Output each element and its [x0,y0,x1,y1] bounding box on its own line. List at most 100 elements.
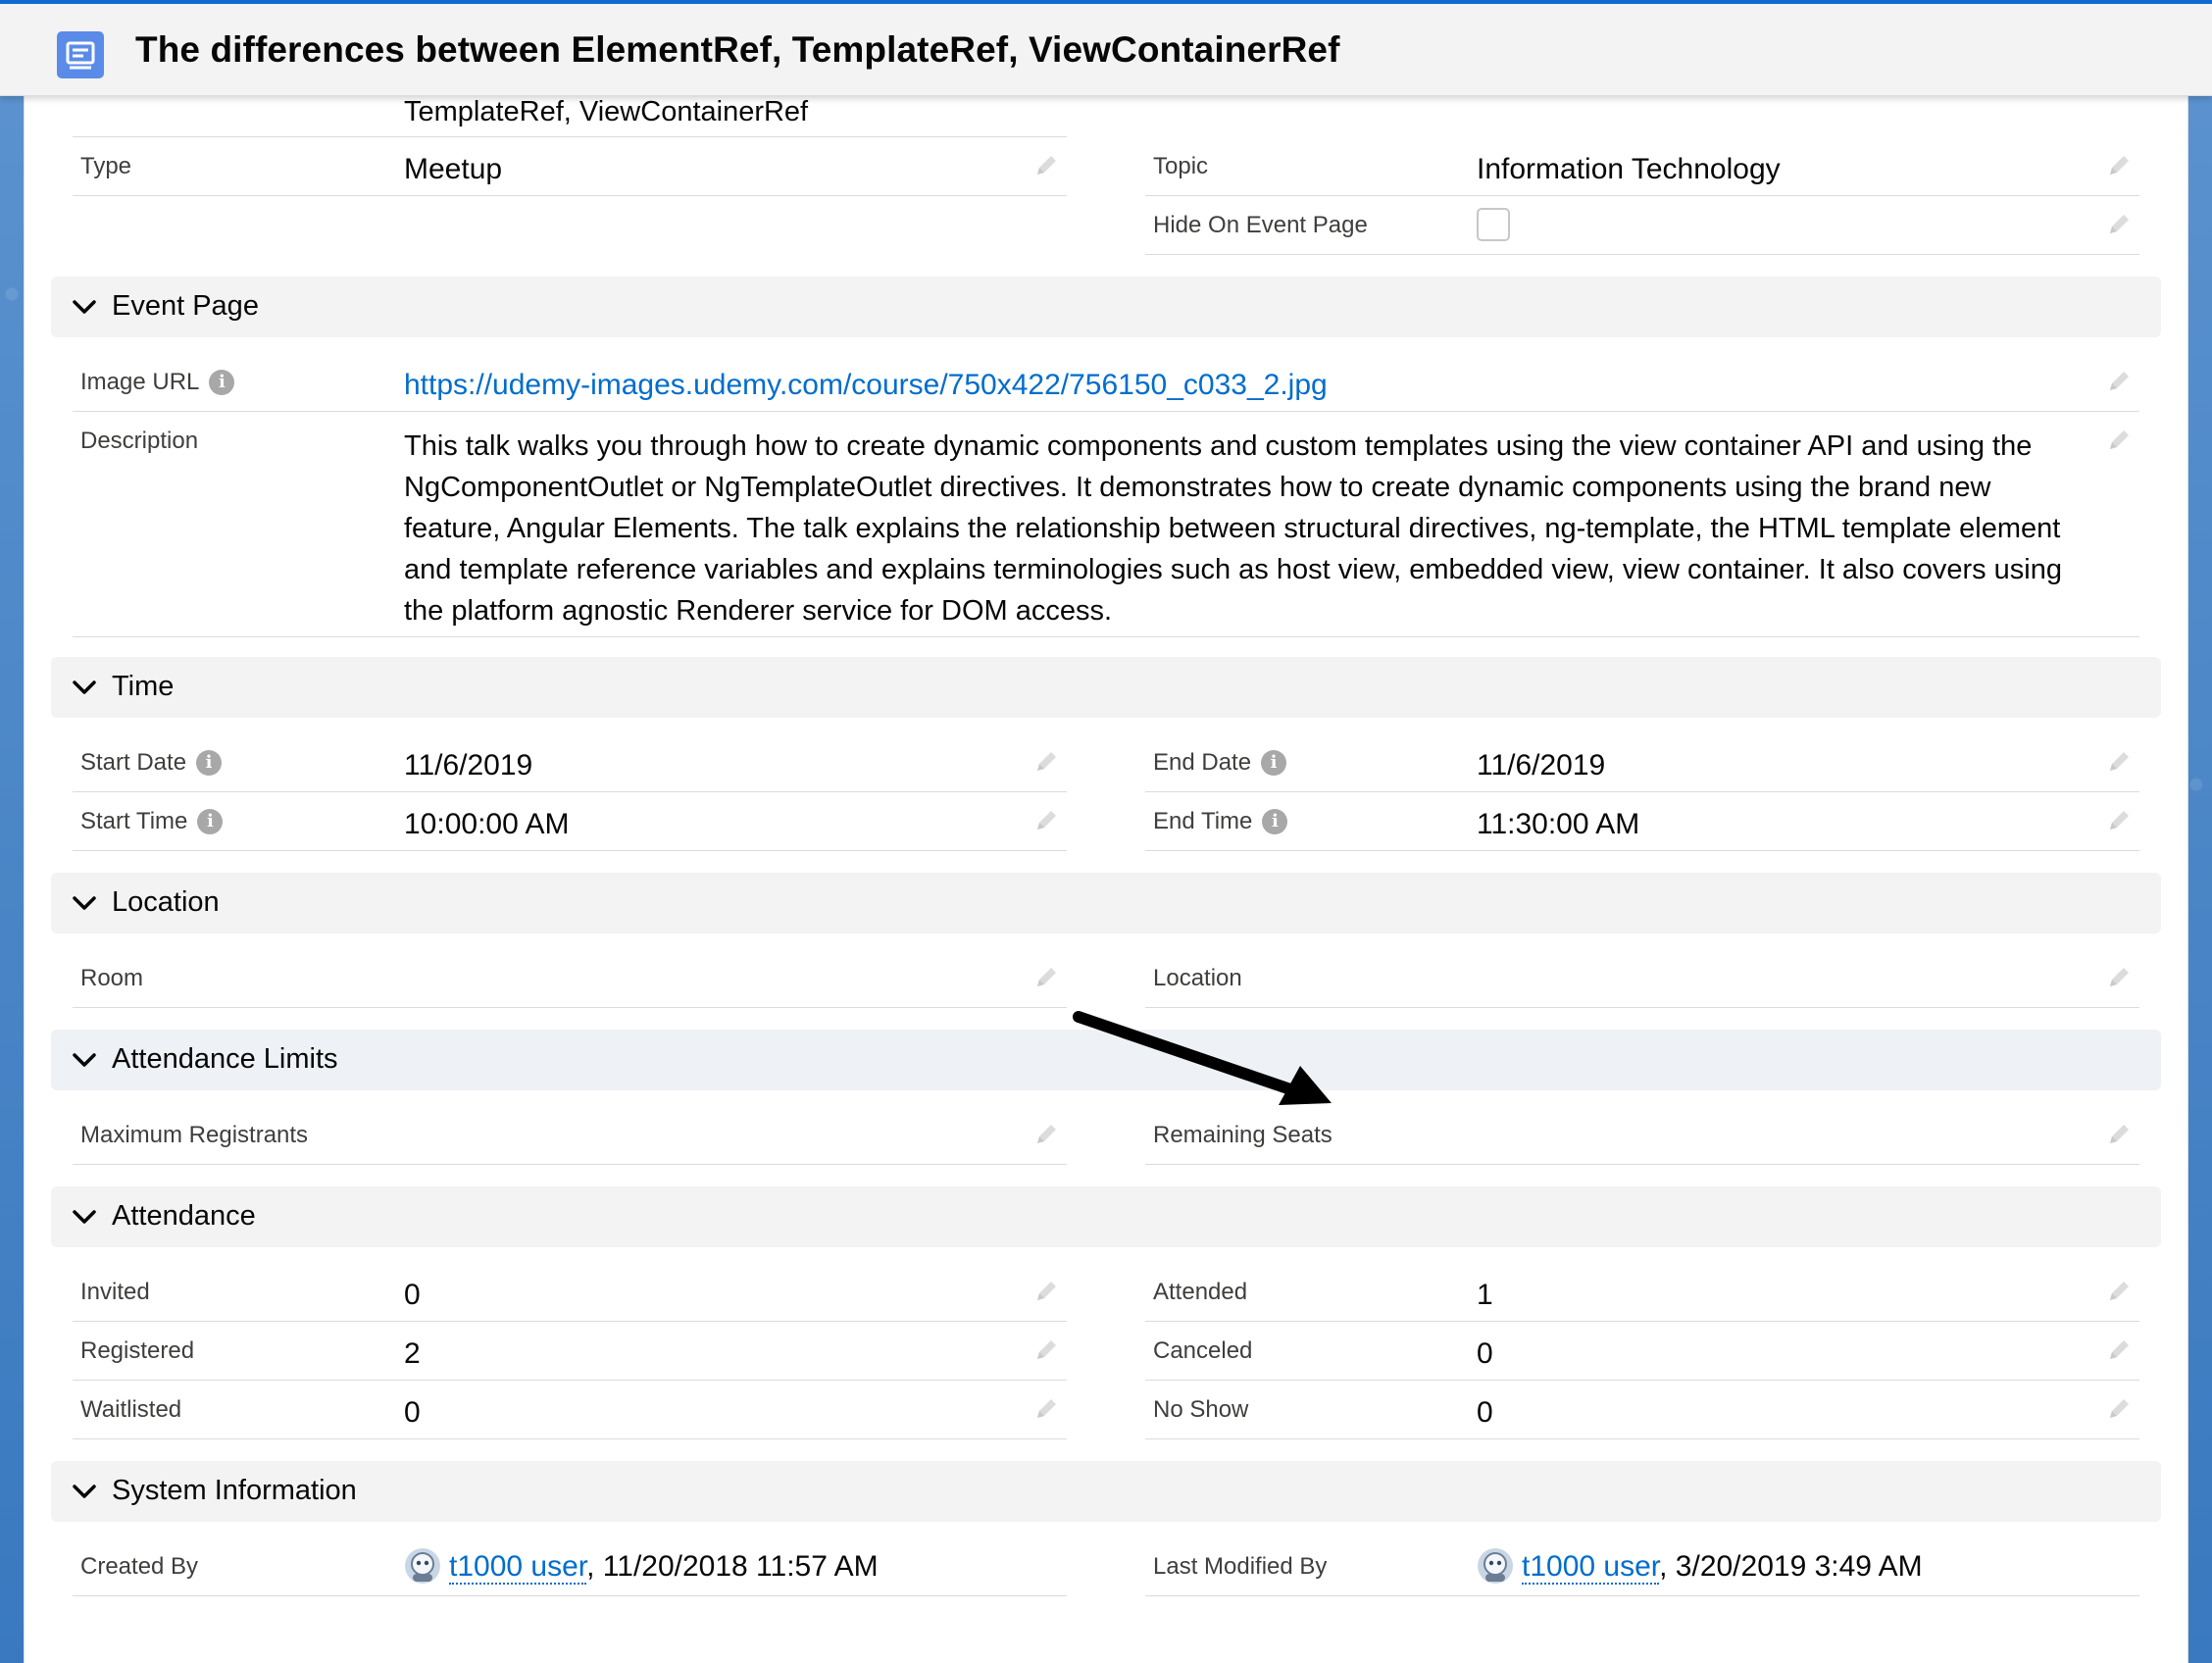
pencil-icon[interactable] [2106,1122,2132,1147]
section-location[interactable]: Location [51,873,2161,933]
field-remaining-label: Remaining Seats [1153,1122,1332,1148]
record-header: The differences between ElementRef, Temp… [0,0,2212,96]
chevron-down-icon [71,1206,98,1228]
field-no-show-label: No Show [1153,1396,1249,1423]
field-invited: Invited 0 [73,1265,1067,1322]
pencil-icon[interactable] [1033,1279,1059,1304]
field-last-modified-value: t1000 user, 3/20/2019 3:49 AM [1477,1547,1923,1587]
field-attended-label: Attended [1153,1279,1248,1305]
field-no-show: No Show 0 [1145,1383,2139,1439]
field-canceled: Canceled 0 [1145,1324,2139,1381]
field-no-show-value: 0 [1477,1396,1493,1429]
field-end-time: End Time i 11:30:00 AM [1145,794,2139,851]
field-topic-label: Topic [1153,153,1209,179]
pencil-icon[interactable] [2106,808,2132,833]
field-created-by-label: Created By [80,1553,199,1580]
pencil-icon[interactable] [1033,965,1059,990]
field-end-date-value: 11/6/2019 [1477,749,1606,781]
field-location: Location [1145,951,2139,1008]
field-name-value: TemplateRef, ViewContainerRef [404,96,809,127]
field-start-time-label: Start Time [80,808,188,834]
field-end-time-label: End Time [1153,808,1253,834]
info-icon[interactable]: i [197,809,224,834]
info-icon[interactable]: i [1261,750,1287,776]
section-event-page[interactable]: Event Page [51,277,2161,337]
section-title: Event Page [112,290,259,322]
section-title: Attendance Limits [112,1043,338,1075]
field-start-time-value: 10:00:00 AM [404,808,570,840]
field-end-date: End Date i 11/6/2019 [1145,735,2139,792]
field-waitlisted-label: Waitlisted [80,1396,182,1423]
pencil-icon[interactable] [1033,1122,1059,1147]
pencil-icon[interactable] [2106,1279,2132,1304]
pencil-icon[interactable] [1033,153,1059,178]
field-start-date-label: Start Date [80,749,187,776]
pencil-icon[interactable] [2106,428,2132,453]
created-by-user-link[interactable]: t1000 user [449,1549,587,1585]
pencil-icon[interactable] [2106,212,2132,237]
field-hide-label: Hide On Event Page [1153,212,1368,238]
field-start-date: Start Date i 11/6/2019 [73,735,1067,792]
field-start-date-value: 11/6/2019 [404,749,533,781]
field-waitlisted: Waitlisted 0 [73,1383,1067,1439]
last-modified-user-link[interactable]: t1000 user [1522,1549,1660,1585]
field-room-label: Room [80,965,144,991]
field-location-label: Location [1153,965,1242,991]
pencil-icon[interactable] [2106,369,2132,394]
field-attended-value: 1 [1477,1279,1493,1311]
hide-on-event-page-checkbox[interactable] [1477,208,1510,241]
created-date: , 11/20/2018 11:57 AM [586,1549,879,1583]
image-url-link[interactable]: https://udemy-images.udemy.com/course/75… [404,369,1328,402]
field-last-modified-by: Last Modified By t1000 user, 3/20/2019 3… [1145,1539,2139,1596]
section-title: Attendance [112,1200,256,1232]
field-max-label: Maximum Registrants [80,1122,309,1148]
field-image-url: Image URL i https://udemy-images.udemy.co… [73,355,2139,412]
pencil-icon[interactable] [1033,749,1059,775]
field-registered-label: Registered [80,1337,195,1364]
field-invited-label: Invited [80,1279,150,1305]
info-icon[interactable]: i [1262,809,1288,834]
pencil-icon[interactable] [2106,965,2132,990]
user-avatar-icon[interactable] [1477,1547,1514,1585]
field-description-label: Description [80,428,199,454]
field-topic-value: Information Technology [1477,153,1781,185]
pencil-icon[interactable] [1033,808,1059,833]
field-waitlisted-value: 0 [404,1396,421,1429]
field-image-url-label: Image URL [80,369,200,395]
field-remaining-seats: Remaining Seats [1145,1108,2139,1165]
section-attendance[interactable]: Attendance [51,1186,2161,1247]
user-avatar-icon[interactable] [404,1547,441,1585]
pencil-icon[interactable] [1033,1396,1059,1422]
info-icon[interactable]: i [196,750,223,776]
field-end-time-value: 11:30:00 AM [1477,808,1640,840]
chevron-down-icon [71,1481,98,1502]
field-canceled-label: Canceled [1153,1337,1253,1364]
field-type-label: Type [80,153,132,179]
field-start-time: Start Time i 10:00:00 AM [73,794,1067,851]
field-type: Type Meetup [73,139,1067,196]
field-topic: Topic Information Technology [1145,139,2139,196]
field-description: Description This talk walks you through … [73,414,2139,637]
field-room: Room [73,951,1067,1008]
section-system-information[interactable]: System Information [51,1461,2161,1522]
page-title: The differences between ElementRef, Temp… [135,29,1340,70]
modified-date: , 3/20/2019 3:49 AM [1659,1549,1923,1583]
chevron-down-icon [71,296,98,318]
field-end-date-label: End Date [1153,749,1252,776]
field-hide-on-event-page: Hide On Event Page [1145,198,2139,255]
pencil-icon[interactable] [2106,749,2132,775]
pencil-icon[interactable] [2106,1396,2132,1422]
event-record-icon [57,31,104,78]
field-created-by: Created By t1000 user, 11/20/2018 11:57 … [73,1539,1067,1596]
field-registered: Registered 2 [73,1324,1067,1381]
section-time[interactable]: Time [51,657,2161,718]
pencil-icon[interactable] [2106,1337,2132,1363]
field-attended: Attended 1 [1145,1265,2139,1322]
field-last-modified-label: Last Modified By [1153,1553,1328,1580]
pencil-icon[interactable] [2106,153,2132,178]
pencil-icon[interactable] [1033,1337,1059,1363]
field-type-value: Meetup [404,153,503,185]
field-maximum-registrants: Maximum Registrants [73,1108,1067,1165]
section-title: Time [112,671,175,702]
info-icon[interactable]: i [209,370,235,395]
